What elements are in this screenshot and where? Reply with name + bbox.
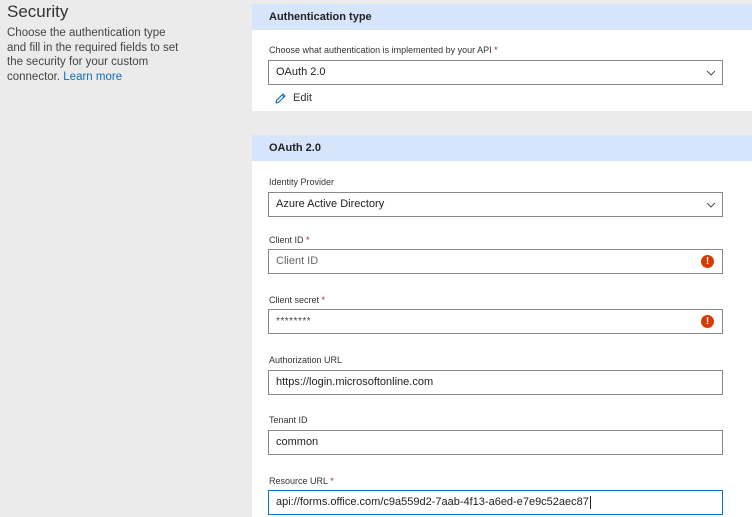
security-description-pane: Security Choose the authentication type … (0, 0, 250, 517)
required-marker: * (306, 235, 310, 245)
client-secret-label: Client secret * (269, 295, 325, 305)
authentication-type-selected: OAuth 2.0 (276, 66, 326, 78)
error-icon: ! (701, 315, 714, 328)
client-secret-input[interactable]: ******** ! (268, 309, 723, 334)
authorization-url-label: Authorization URL (269, 355, 343, 365)
text-cursor (589, 495, 591, 509)
client-id-placeholder: Client ID (276, 255, 319, 267)
required-marker: * (330, 476, 334, 486)
authorization-url-input[interactable]: https://login.microsoftonline.com (268, 370, 723, 395)
client-id-label-text: Client ID (269, 235, 304, 245)
authentication-type-label: Choose what authentication is implemente… (269, 45, 498, 55)
security-description: Choose the authentication type and fill … (7, 26, 187, 84)
client-secret-label-text: Client secret (269, 295, 320, 305)
edit-button-label: Edit (293, 92, 312, 104)
required-marker: * (494, 45, 498, 55)
authentication-type-label-text: Choose what authentication is implemente… (269, 45, 492, 55)
security-title: Security (7, 2, 69, 21)
pencil-icon (275, 92, 286, 104)
error-icon: ! (701, 255, 714, 268)
chevron-down-icon (706, 70, 716, 76)
resource-url-label: Resource URL * (269, 476, 334, 486)
tenant-id-label: Tenant ID (269, 415, 308, 425)
client-id-label: Client ID * (269, 235, 310, 245)
client-secret-value: ******** (276, 316, 312, 327)
resource-url-label-text: Resource URL (269, 476, 328, 486)
tenant-id-input[interactable]: common (268, 430, 723, 455)
authentication-type-card: Authentication type Choose what authenti… (252, 4, 752, 111)
identity-provider-dropdown[interactable]: Azure Active Directory (268, 192, 723, 217)
tenant-id-value: common (276, 436, 319, 448)
identity-provider-selected: Azure Active Directory (276, 198, 385, 210)
oauth-settings-card: OAuth 2.0 Identity Provider Azure Active… (252, 135, 752, 517)
client-id-input[interactable]: Client ID ! (268, 249, 723, 274)
authentication-type-header: Authentication type (252, 4, 752, 30)
identity-provider-label: Identity Provider (269, 177, 335, 187)
edit-button[interactable]: Edit (274, 91, 312, 105)
oauth-header: OAuth 2.0 (252, 135, 752, 161)
resource-url-input[interactable]: api://forms.office.com/c9a559d2-7aab-4f1… (268, 490, 723, 515)
chevron-down-icon (706, 202, 716, 208)
custom-connector-security-page: Security Choose the authentication type … (0, 0, 752, 517)
authentication-type-dropdown[interactable]: OAuth 2.0 (268, 60, 723, 85)
learn-more-link[interactable]: Learn more (63, 70, 122, 85)
required-marker: * (321, 295, 326, 305)
resource-url-value: api://forms.office.com/c9a559d2-7aab-4f1… (276, 496, 589, 508)
authorization-url-value: https://login.microsoftonline.com (276, 376, 434, 388)
